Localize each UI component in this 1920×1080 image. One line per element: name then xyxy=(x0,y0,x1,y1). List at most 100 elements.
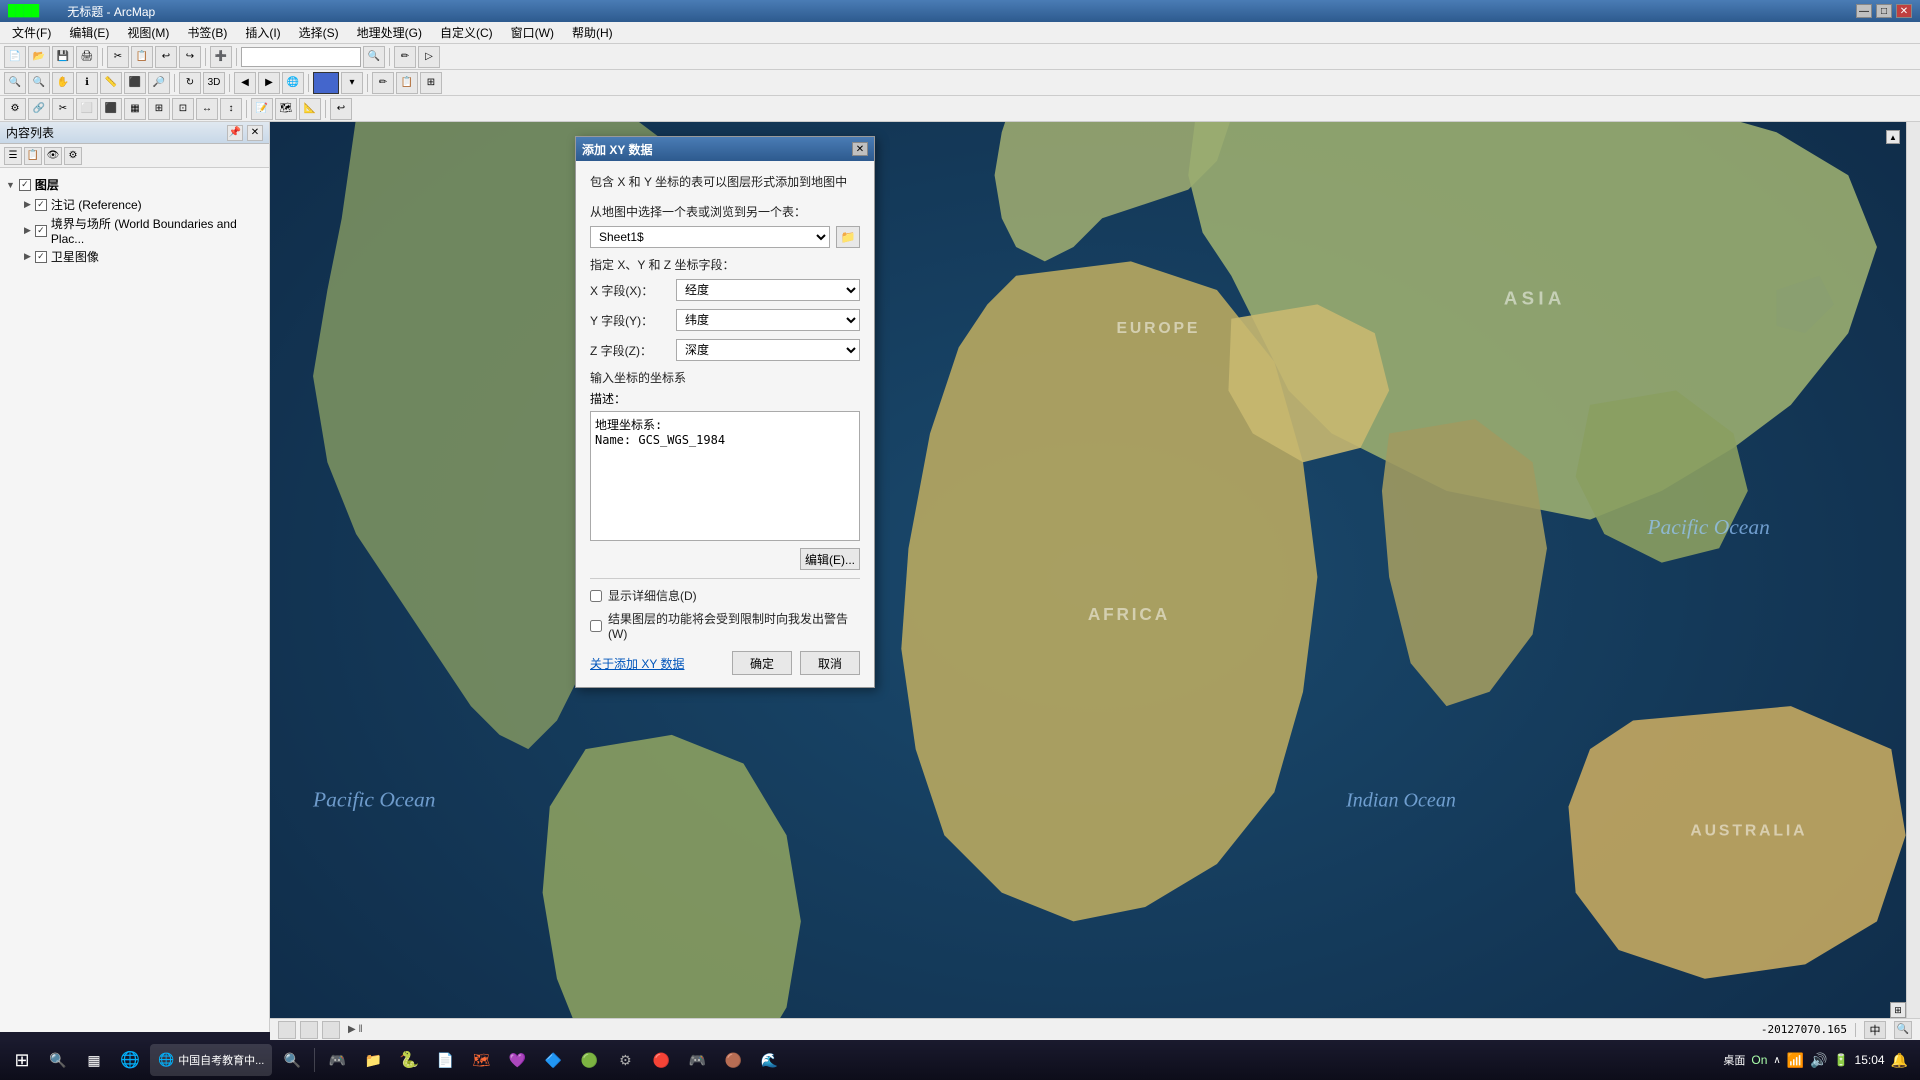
browse-folder-button[interactable]: 📁 xyxy=(836,226,860,248)
find-btn[interactable]: 🔎 xyxy=(148,72,170,94)
x-field-select[interactable]: 经度 xyxy=(676,279,860,301)
menu-bookmark[interactable]: 书签(B) xyxy=(179,22,235,43)
t3-btn11[interactable]: 📝 xyxy=(251,98,273,120)
task-settings-btn[interactable]: ⚙ xyxy=(607,1042,643,1078)
next-extent-btn[interactable]: ▶ xyxy=(258,72,280,94)
task-word-btn[interactable]: 📄 xyxy=(427,1042,463,1078)
3d-btn[interactable]: 3D xyxy=(203,72,225,94)
t3-btn7[interactable]: ⊞ xyxy=(148,98,170,120)
nav-up-btn[interactable]: ▲ xyxy=(1886,130,1900,144)
menu-insert[interactable]: 插入(I) xyxy=(237,22,288,43)
chevron-up-icon[interactable]: ∧ xyxy=(1773,1055,1780,1066)
task-search-btn[interactable]: 🔍 xyxy=(274,1042,310,1078)
start-button[interactable]: ⊞ xyxy=(4,1042,40,1078)
t3-btn3[interactable]: ✂ xyxy=(52,98,74,120)
close-button[interactable]: ✕ xyxy=(1896,4,1912,18)
t3-btn12[interactable]: 🗺 xyxy=(275,98,297,120)
undo-btn[interactable]: ↩ xyxy=(155,46,177,68)
scale-zoom-btn[interactable]: 🔍 xyxy=(363,46,385,68)
maximize-button[interactable]: □ xyxy=(1876,4,1892,18)
boundaries-checkbox[interactable] xyxy=(35,225,47,237)
menu-help[interactable]: 帮助(H) xyxy=(564,22,621,43)
task-purple-btn[interactable]: 💜 xyxy=(499,1042,535,1078)
toc-source-btn[interactable]: 📋 xyxy=(24,147,42,165)
z-field-select[interactable]: 深度 xyxy=(676,339,860,361)
table-select[interactable]: Sheet1$ xyxy=(590,226,830,248)
t3-btn10[interactable]: ↕ xyxy=(220,98,242,120)
map-view[interactable]: Arctic Ocean Pacific Ocean Pacific Ocean… xyxy=(270,122,1920,1032)
task-widgets-btn[interactable]: ▦ xyxy=(76,1042,112,1078)
toc-item-boundaries[interactable]: ▶ 境界与场所 (World Boundaries and Plac... xyxy=(4,214,265,247)
minimize-button[interactable]: — xyxy=(1856,4,1872,18)
editor-toolbar-btn[interactable]: ✏ xyxy=(372,72,394,94)
t3-btn4[interactable]: ⬜ xyxy=(76,98,98,120)
menu-view[interactable]: 视图(M) xyxy=(119,22,177,43)
page-view-btn[interactable] xyxy=(322,1021,340,1039)
measure-btn[interactable]: 📏 xyxy=(100,72,122,94)
y-field-select[interactable]: 纬度 xyxy=(676,309,860,331)
status-zoom-btn[interactable]: 🔍 xyxy=(1894,1021,1912,1039)
globe-btn[interactable]: 🌐 xyxy=(282,72,304,94)
menu-file[interactable]: 文件(F) xyxy=(4,22,59,43)
redo-btn[interactable]: ↪ xyxy=(179,46,201,68)
map-scrollbar-right[interactable] xyxy=(1906,122,1920,1018)
menu-customize[interactable]: 自定义(C) xyxy=(432,22,501,43)
task-search-icon[interactable]: 🔍 xyxy=(40,1042,76,1078)
t3-btn9[interactable]: ↔ xyxy=(196,98,218,120)
add-data-btn[interactable]: ➕ xyxy=(210,46,232,68)
clock-time[interactable]: 15:04 xyxy=(1855,1053,1885,1067)
save-btn[interactable]: 💾 xyxy=(52,46,74,68)
t3-btn5[interactable]: ⬛ xyxy=(100,98,122,120)
task-python-btn[interactable]: 🐍 xyxy=(391,1042,427,1078)
print-btn[interactable]: 🖨 xyxy=(76,46,98,68)
task-app2-btn[interactable]: 🎮 xyxy=(679,1042,715,1078)
satellite-checkbox[interactable] xyxy=(35,251,47,263)
task-app1-btn[interactable]: 🟢 xyxy=(571,1042,607,1078)
t3-btn14[interactable]: ↩ xyxy=(330,98,352,120)
new-btn[interactable]: 📄 xyxy=(4,46,26,68)
identify-btn[interactable]: ℹ xyxy=(76,72,98,94)
cut-btn[interactable]: ✂ xyxy=(107,46,129,68)
notification-btn[interactable]: 🔔 xyxy=(1891,1052,1908,1069)
help-link[interactable]: 关于添加 XY 数据 xyxy=(590,655,684,672)
t3-btn1[interactable]: ⚙ xyxy=(4,98,26,120)
show-details-checkbox[interactable] xyxy=(590,590,602,602)
toc-visibility-btn[interactable]: 👁 xyxy=(44,147,62,165)
toc-list-btn[interactable]: ☰ xyxy=(4,147,22,165)
select-btn[interactable]: ▷ xyxy=(418,46,440,68)
rotate-btn[interactable]: ↻ xyxy=(179,72,201,94)
task-chrome-btn[interactable]: 🔴 xyxy=(643,1042,679,1078)
color-dropdown[interactable]: ▾ xyxy=(341,72,363,94)
layers-checkbox[interactable] xyxy=(19,179,31,191)
menu-select[interactable]: 选择(S) xyxy=(291,22,347,43)
t3-btn13[interactable]: 📐 xyxy=(299,98,321,120)
task-files-btn[interactable]: 📁 xyxy=(355,1042,391,1078)
editor-btn[interactable]: ✏ xyxy=(394,46,416,68)
task-edge-btn[interactable]: 🌐 xyxy=(112,1042,148,1078)
menu-window[interactable]: 窗口(W) xyxy=(503,22,562,43)
copy-btn[interactable]: 📋 xyxy=(131,46,153,68)
warn-features-checkbox[interactable] xyxy=(590,620,602,632)
task-vscode-btn[interactable]: 🔷 xyxy=(535,1042,571,1078)
layout-view-btn[interactable] xyxy=(278,1021,296,1039)
toc-item-satellite[interactable]: ▶ 卫星图像 xyxy=(4,247,265,266)
coord-description-box[interactable]: 地理坐标系: Name: GCS_WGS_1984 xyxy=(590,411,860,541)
menu-geoprocess[interactable]: 地理处理(G) xyxy=(349,22,430,43)
t3-btn2[interactable]: 🔗 xyxy=(28,98,50,120)
toc-item-annotation[interactable]: ▶ 注记 (Reference) xyxy=(4,195,265,214)
zoom-out-btn[interactable]: 🔍 xyxy=(28,72,50,94)
zoom-in-btn[interactable]: 🔍 xyxy=(4,72,26,94)
layout-btn[interactable]: 📋 xyxy=(396,72,418,94)
task-app3-btn[interactable]: 🟤 xyxy=(715,1042,751,1078)
annotation-checkbox[interactable] xyxy=(35,199,47,211)
t3-btn8[interactable]: ⊡ xyxy=(172,98,194,120)
scale-input[interactable]: 1:125,000,000 xyxy=(241,47,361,67)
cancel-button[interactable]: 取消 xyxy=(800,651,860,675)
color-swatch[interactable] xyxy=(313,72,339,94)
menu-edit[interactable]: 编辑(E) xyxy=(61,22,117,43)
edit-coordinate-button[interactable]: 编辑(E)... xyxy=(800,548,860,570)
task-steam-btn[interactable]: 🎮 xyxy=(319,1042,355,1078)
task-app4-btn[interactable]: 🌊 xyxy=(751,1042,787,1078)
pan-btn[interactable]: ✋ xyxy=(52,72,74,94)
toc-options-btn[interactable]: ⚙ xyxy=(64,147,82,165)
